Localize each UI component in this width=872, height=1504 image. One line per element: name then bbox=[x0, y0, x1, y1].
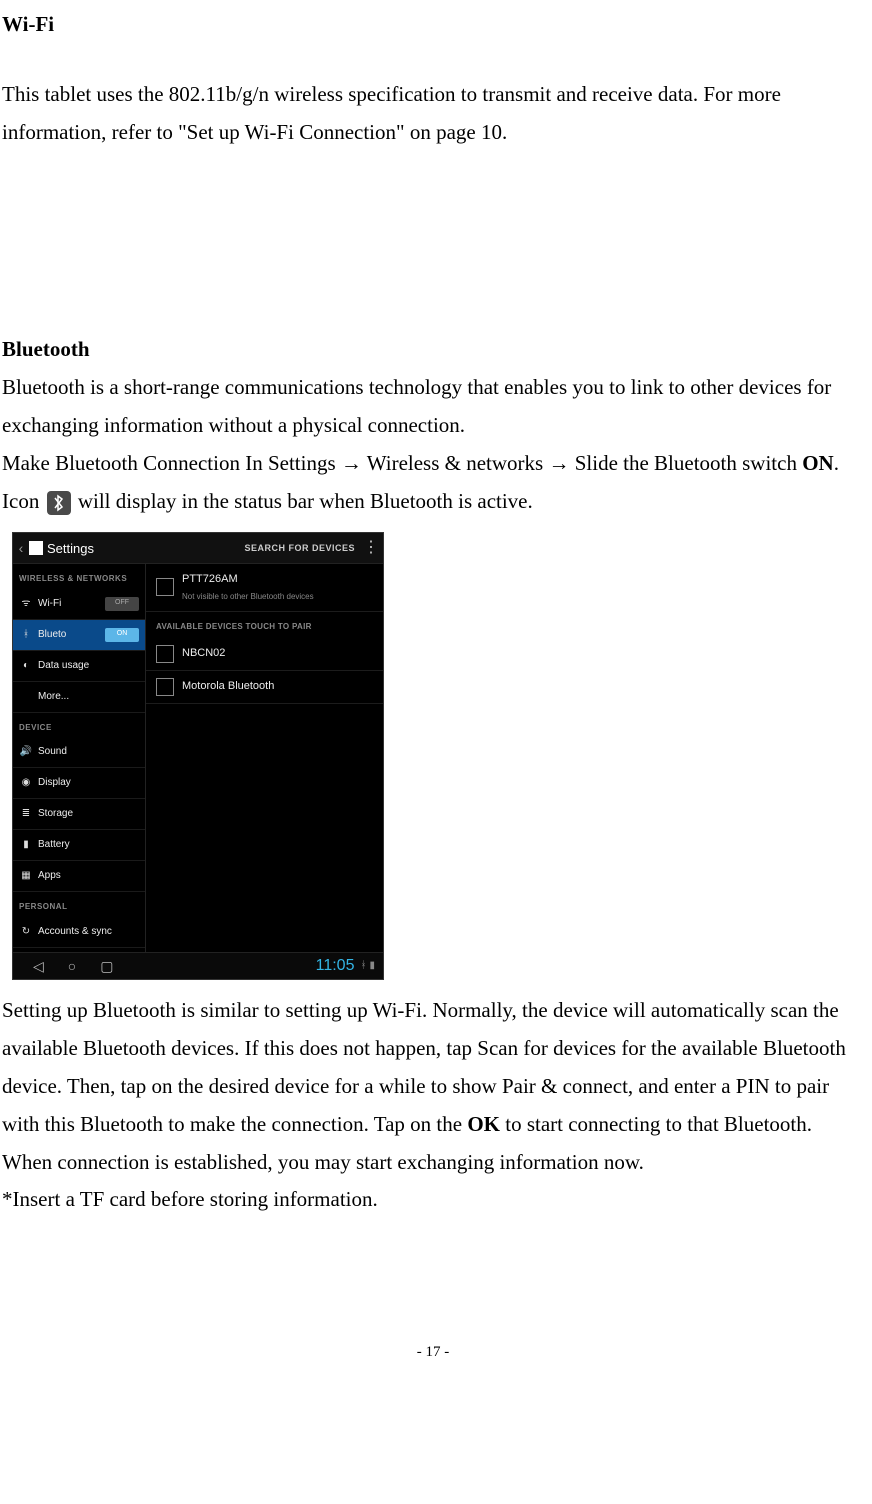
bluetooth-established-paragraph: When connection is established, you may … bbox=[2, 1144, 864, 1182]
bluetooth-toggle[interactable]: ON bbox=[105, 628, 139, 642]
available-device-row[interactable]: Motorola Bluetooth bbox=[146, 671, 383, 704]
device-name: Motorola Bluetooth bbox=[182, 677, 373, 697]
device-icon bbox=[156, 578, 174, 596]
sound-label: Sound bbox=[38, 743, 139, 761]
storage-icon: ≣ bbox=[19, 807, 33, 821]
available-devices-header: AVAILABLE DEVICES TOUCH TO PAIR bbox=[146, 612, 383, 638]
sidebar-item-wifi[interactable]: ᯤ Wi-Fi OFF bbox=[13, 589, 145, 620]
screen-title: Settings bbox=[47, 537, 94, 560]
wifi-icon: ᯤ bbox=[19, 597, 33, 611]
bluetooth-setup-paragraph: Setting up Bluetooth is similar to setti… bbox=[2, 992, 864, 1143]
bluetooth-label: Blueto bbox=[38, 626, 100, 644]
home-nav-icon[interactable]: ○ bbox=[68, 954, 76, 979]
system-bar: ◁ ○ ▢ 11:05 ᚼ ▮ bbox=[13, 952, 383, 979]
bluetooth-icon bbox=[47, 491, 71, 515]
sidebar-item-storage[interactable]: ≣ Storage bbox=[13, 799, 145, 830]
wifi-heading: Wi-Fi bbox=[2, 6, 864, 44]
back-icon[interactable]: ‹ bbox=[13, 536, 29, 561]
bluetooth-icon: ᚼ bbox=[19, 628, 33, 642]
device-name: NBCN02 bbox=[182, 644, 373, 664]
sidebar-item-accounts[interactable]: ↻ Accounts & sync bbox=[13, 917, 145, 948]
on-label: ON bbox=[802, 451, 834, 475]
search-devices-button[interactable]: SEARCH FOR DEVICES bbox=[100, 540, 363, 556]
this-device-row[interactable]: PTT726AM Not visible to other Bluetooth … bbox=[146, 564, 383, 611]
sidebar-item-location[interactable]: ⊕ Location services bbox=[13, 948, 145, 953]
arrow-icon: → bbox=[548, 451, 569, 475]
back-nav-icon[interactable]: ◁ bbox=[33, 954, 44, 979]
settings-sidebar: WIRELESS & NETWORKS ᯤ Wi-Fi OFF ᚼ Blueto… bbox=[13, 564, 146, 952]
text: to start connecting to that Bluetooth. bbox=[500, 1112, 812, 1136]
settings-screenshot: ‹ Settings SEARCH FOR DEVICES ⋮ WIRELESS… bbox=[12, 532, 384, 980]
page-number: - 17 - bbox=[2, 1339, 864, 1366]
display-icon: ◉ bbox=[19, 776, 33, 790]
status-bluetooth-icon: ᚼ bbox=[360, 957, 366, 975]
wifi-paragraph: This tablet uses the 802.11b/g/n wireles… bbox=[2, 76, 864, 152]
available-device-row[interactable]: NBCN02 bbox=[146, 638, 383, 671]
device-icon bbox=[156, 678, 174, 696]
storage-label: Storage bbox=[38, 805, 139, 823]
blank-icon bbox=[19, 690, 33, 704]
sidebar-item-bluetooth[interactable]: ᚼ Blueto ON bbox=[13, 620, 145, 651]
overflow-menu-icon[interactable]: ⋮ bbox=[363, 543, 383, 553]
action-bar: ‹ Settings SEARCH FOR DEVICES ⋮ bbox=[13, 533, 383, 564]
arrow-icon: → bbox=[341, 451, 362, 475]
settings-icon bbox=[29, 541, 43, 555]
battery-icon: ▮ bbox=[19, 838, 33, 852]
apps-label: Apps bbox=[38, 867, 139, 885]
tf-card-note: *Insert a TF card before storing informa… bbox=[2, 1181, 864, 1219]
more-label: More... bbox=[38, 688, 139, 706]
bluetooth-content: PTT726AM Not visible to other Bluetooth … bbox=[146, 564, 383, 952]
category-device: DEVICE bbox=[13, 713, 145, 737]
bluetooth-heading: Bluetooth bbox=[2, 331, 864, 369]
text: Make Bluetooth Connection In Settings bbox=[2, 451, 341, 475]
bluetooth-instructions: Make Bluetooth Connection In Settings → … bbox=[2, 445, 864, 521]
this-device-visibility: Not visible to other Bluetooth devices bbox=[182, 590, 373, 604]
category-personal: PERSONAL bbox=[13, 892, 145, 916]
display-label: Display bbox=[38, 774, 139, 792]
bluetooth-intro: Bluetooth is a short-range communication… bbox=[2, 369, 864, 445]
sidebar-item-battery[interactable]: ▮ Battery bbox=[13, 830, 145, 861]
sidebar-item-apps[interactable]: ▦ Apps bbox=[13, 861, 145, 892]
sync-icon: ↻ bbox=[19, 925, 33, 939]
data-usage-label: Data usage bbox=[38, 657, 139, 675]
wifi-toggle[interactable]: OFF bbox=[105, 597, 139, 611]
accounts-label: Accounts & sync bbox=[38, 923, 139, 941]
sidebar-item-more[interactable]: More... bbox=[13, 682, 145, 713]
sound-icon: 🔊 bbox=[19, 745, 33, 759]
text: Slide the Bluetooth switch bbox=[569, 451, 802, 475]
ok-label: OK bbox=[467, 1112, 500, 1136]
sidebar-item-data-usage[interactable]: ◐ Data usage bbox=[13, 651, 145, 682]
apps-icon: ▦ bbox=[19, 869, 33, 883]
recent-nav-icon[interactable]: ▢ bbox=[100, 954, 113, 979]
sidebar-item-sound[interactable]: 🔊 Sound bbox=[13, 737, 145, 768]
data-usage-icon: ◐ bbox=[19, 659, 33, 673]
device-icon bbox=[156, 645, 174, 663]
text: Wireless & networks bbox=[362, 451, 549, 475]
this-device-name: PTT726AM bbox=[182, 570, 373, 590]
status-time: 11:05 bbox=[316, 952, 361, 981]
battery-label: Battery bbox=[38, 836, 139, 854]
text: will display in the status bar when Blue… bbox=[73, 489, 533, 513]
wifi-label: Wi-Fi bbox=[38, 595, 100, 613]
sidebar-item-display[interactable]: ◉ Display bbox=[13, 768, 145, 799]
status-battery-icon: ▮ bbox=[369, 957, 375, 975]
category-wireless: WIRELESS & NETWORKS bbox=[13, 564, 145, 588]
